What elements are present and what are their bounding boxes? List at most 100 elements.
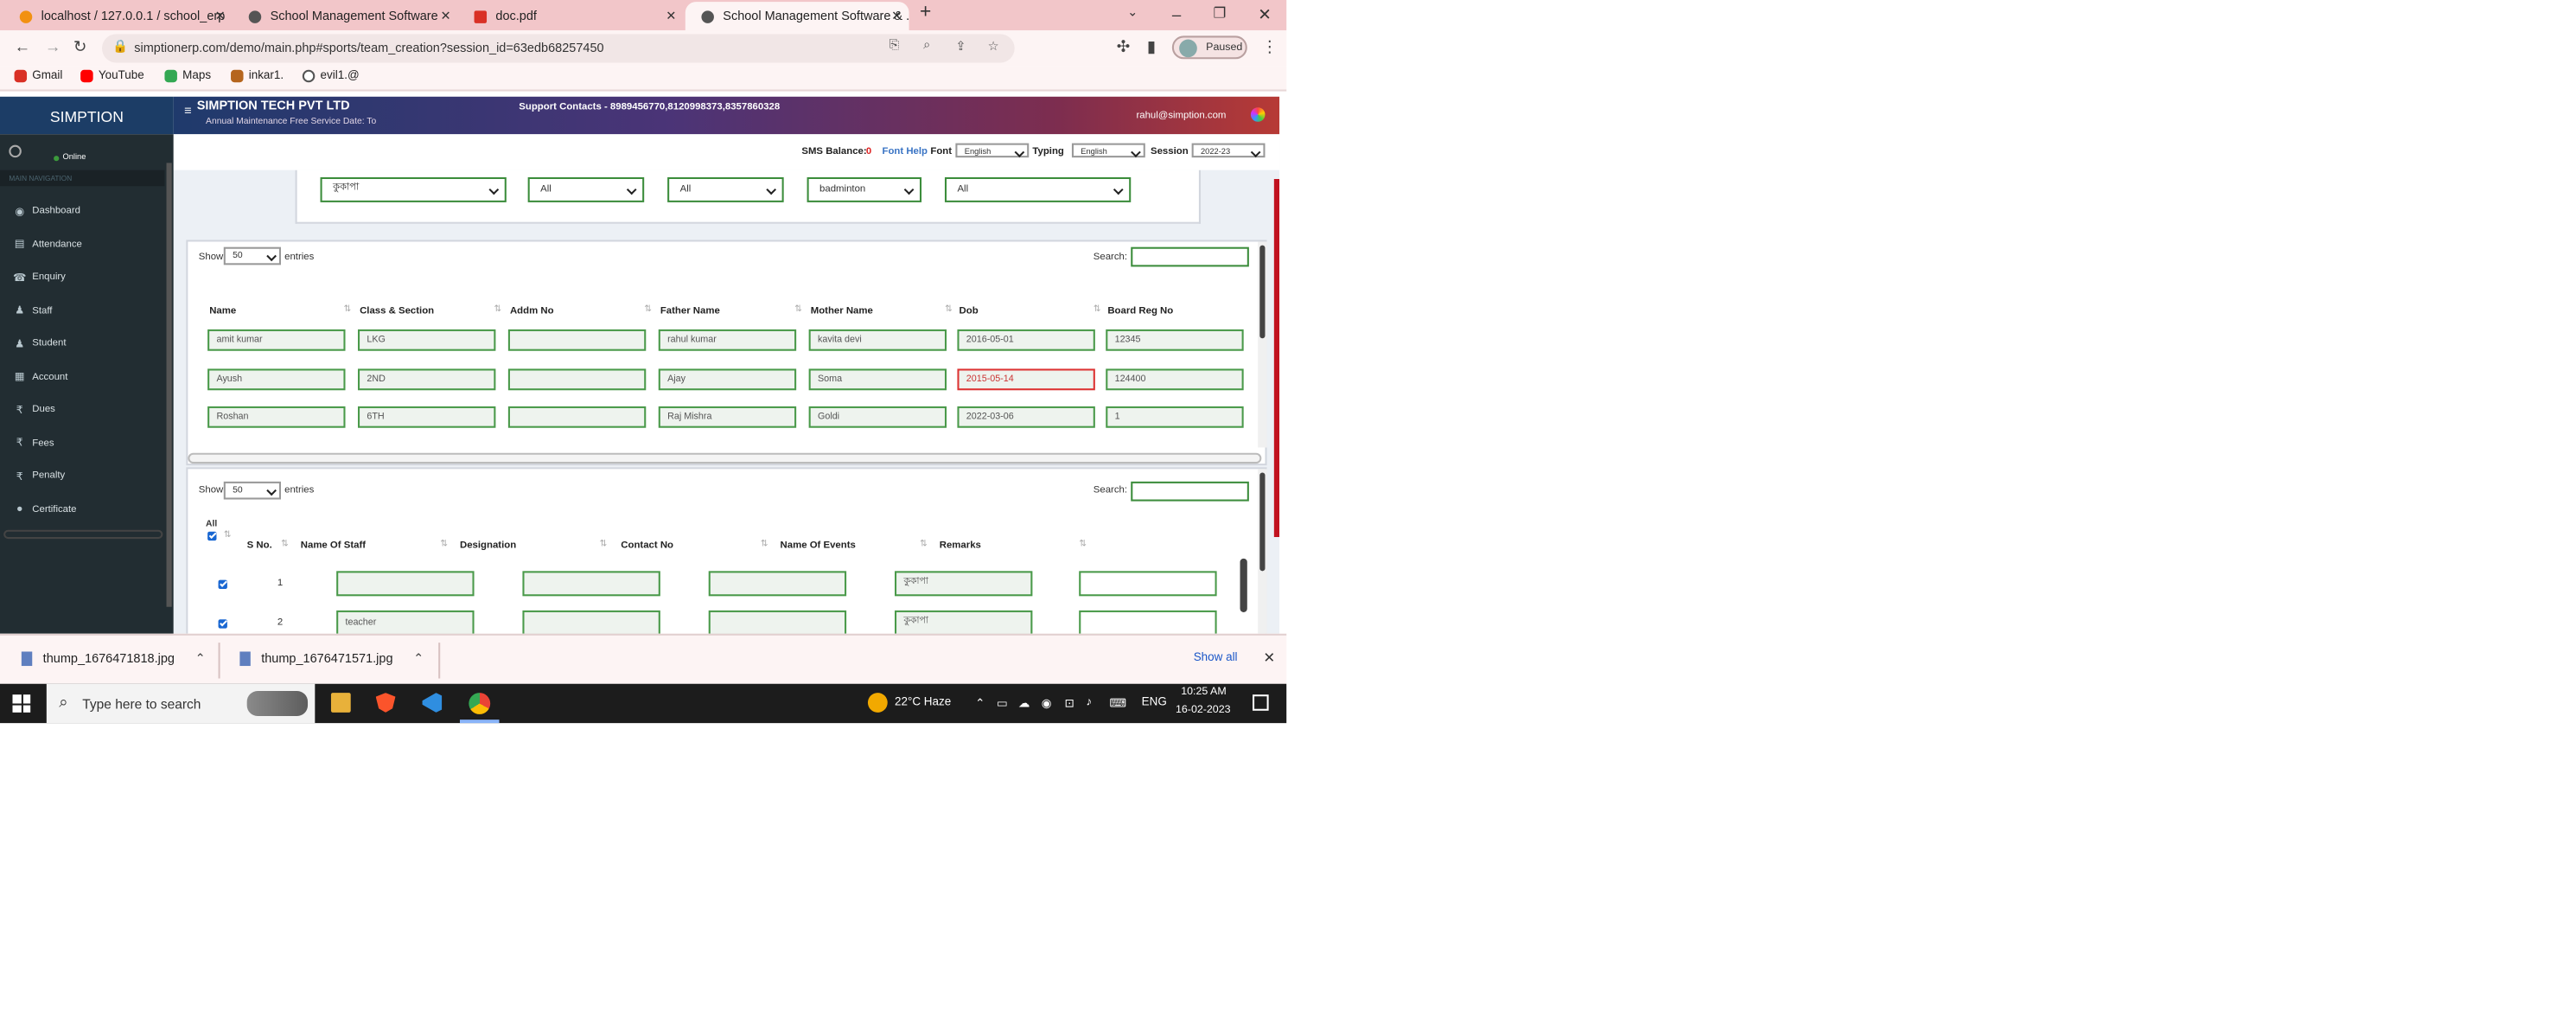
sidebar-item-certificate[interactable]: ● Certificate xyxy=(0,493,164,525)
forward-icon[interactable]: → xyxy=(45,37,61,55)
weather-text[interactable]: 22°C Haze xyxy=(895,696,951,708)
menu-kebab-icon[interactable]: ⋮ xyxy=(1261,37,1278,57)
staff-event-input[interactable]: কুকাপা xyxy=(895,571,1033,597)
sort-icon[interactable]: ⇅ xyxy=(920,539,928,549)
network-icon[interactable]: ⊡ xyxy=(1065,696,1074,710)
table-cell-input[interactable]: 12345 xyxy=(1106,329,1244,351)
column-header[interactable]: Class & Section xyxy=(360,306,434,317)
row-checkbox[interactable] xyxy=(218,579,227,590)
table-cell-input[interactable]: Soma xyxy=(808,368,947,390)
filter-section-select[interactable]: All xyxy=(667,176,784,202)
students-horizontal-scrollbar[interactable] xyxy=(188,452,1262,464)
tab-search-icon[interactable]: ⌄ xyxy=(1127,5,1138,19)
bookmark-inkar[interactable]: inkar1. xyxy=(231,69,284,83)
staff-event-input[interactable]: কুকাপা xyxy=(895,610,1033,634)
chevron-up-icon[interactable]: ⌃ xyxy=(195,651,206,666)
sidebar-item-penalty[interactable]: ₹ Penalty xyxy=(0,460,164,492)
clock-date[interactable]: 16-02-2023 xyxy=(1176,706,1231,716)
sidebar-item-staff[interactable]: ♟ Staff xyxy=(0,295,164,327)
column-header[interactable]: Name Of Events xyxy=(781,540,856,551)
staff-designation-input[interactable] xyxy=(522,610,660,634)
filter-gender-select[interactable]: All xyxy=(944,176,1132,202)
volume-icon[interactable]: ♪ xyxy=(1086,696,1092,708)
notifications-icon[interactable] xyxy=(1253,694,1269,711)
back-icon[interactable]: ← xyxy=(15,37,31,55)
table-cell-input[interactable] xyxy=(507,368,647,390)
sort-icon[interactable]: ⇅ xyxy=(945,304,953,315)
sort-icon[interactable]: ⇅ xyxy=(440,539,448,549)
staff-search-input[interactable] xyxy=(1131,481,1249,502)
restore-icon[interactable]: ❐ xyxy=(1213,5,1226,22)
theme-color-icon[interactable] xyxy=(1250,107,1266,122)
table-cell-input[interactable]: amit kumar xyxy=(207,329,346,351)
column-header[interactable]: Designation xyxy=(460,540,516,551)
row-checkbox[interactable] xyxy=(218,619,227,629)
column-header[interactable]: Remarks xyxy=(940,540,981,551)
staff-contact-input[interactable] xyxy=(708,610,847,634)
address-bar[interactable]: 🔒 simptionerp.com/demo/main.php#sports/t… xyxy=(101,34,1015,63)
staff-name-input[interactable] xyxy=(336,571,475,597)
sort-icon[interactable]: ⇅ xyxy=(224,530,232,540)
browser-tab-active[interactable]: School Management Software & ... ✕ xyxy=(685,2,909,31)
column-header[interactable]: Mother Name xyxy=(811,306,873,317)
table-cell-input[interactable]: Raj Mishra xyxy=(658,406,797,428)
table-cell-input[interactable]: 2ND xyxy=(358,368,496,390)
sort-icon[interactable]: ⇅ xyxy=(1094,304,1101,315)
chevron-up-icon[interactable]: ⌃ xyxy=(413,651,424,666)
bookmark-maps[interactable]: Maps xyxy=(164,69,211,83)
table-cell-input[interactable]: rahul kumar xyxy=(658,329,797,351)
scrollbar-thumb[interactable] xyxy=(1259,472,1266,572)
extensions-icon[interactable]: ✣ xyxy=(1117,37,1131,57)
sidebar-scrollbar[interactable] xyxy=(166,163,172,607)
table-cell-input[interactable] xyxy=(507,329,647,351)
table-cell-input[interactable]: 2016-05-01 xyxy=(957,329,1095,351)
sort-icon[interactable]: ⇅ xyxy=(599,539,607,549)
file-explorer-icon[interactable] xyxy=(330,693,351,713)
show-all-downloads-link[interactable]: Show all xyxy=(1194,651,1238,663)
battery-icon[interactable]: ▭ xyxy=(997,696,1008,710)
table-cell-input[interactable]: Goldi xyxy=(808,406,947,428)
brave-browser-icon[interactable] xyxy=(375,693,396,713)
browser-tab[interactable]: School Management Software ✕ xyxy=(233,2,458,30)
staff-inner-scrollbar-thumb[interactable] xyxy=(1240,558,1247,612)
sidebar-horizontal-scrollbar[interactable] xyxy=(3,529,163,540)
scrollbar-thumb[interactable] xyxy=(1259,245,1266,339)
keyboard-icon[interactable]: ⌨ xyxy=(1109,696,1125,710)
hamburger-menu-icon[interactable]: ≡ xyxy=(184,106,191,118)
select-all-checkbox[interactable] xyxy=(207,531,217,541)
taskbar-search-input[interactable]: ⌕ Type here to search xyxy=(46,683,316,724)
bookmark-gmail[interactable]: Gmail xyxy=(14,69,63,83)
sidebar-item-enquiry[interactable]: ☎ Enquiry xyxy=(0,261,164,293)
filter-class-select[interactable]: All xyxy=(527,176,645,202)
page-scrollbar-thumb[interactable] xyxy=(1273,179,1280,537)
download-item[interactable]: thump_1676471571.jpg xyxy=(239,651,393,667)
staff-name-input[interactable]: teacher xyxy=(336,610,475,634)
column-header[interactable]: Name xyxy=(209,306,236,317)
sort-icon[interactable]: ⇅ xyxy=(281,539,289,549)
sidebar-item-account[interactable]: ▦ Account xyxy=(0,361,164,393)
table-cell-input[interactable]: 124400 xyxy=(1106,368,1244,390)
download-item[interactable]: thump_1676471818.jpg xyxy=(21,651,175,667)
clock-time[interactable]: 10:25 AM xyxy=(1181,688,1226,698)
filter-event-select[interactable]: কুকাপা xyxy=(320,176,507,202)
staff-vertical-scrollbar[interactable] xyxy=(1258,469,1267,634)
column-header[interactable]: Addm No xyxy=(510,306,554,317)
sort-icon[interactable]: ⇅ xyxy=(494,304,501,315)
students-vertical-scrollbar[interactable] xyxy=(1258,241,1267,448)
column-header[interactable]: Name Of Staff xyxy=(301,540,366,551)
translate-icon[interactable]: ⎘ xyxy=(889,40,900,54)
camera-icon[interactable]: ◉ xyxy=(1042,696,1052,710)
sidebar-item-attendance[interactable]: ▤ Attendance xyxy=(0,228,164,260)
share-icon[interactable]: ⇪ xyxy=(955,40,966,54)
windows-start-icon[interactable] xyxy=(12,694,31,713)
entries-select[interactable]: 50 xyxy=(223,481,281,500)
cloud-icon[interactable]: ☁ xyxy=(1018,696,1030,710)
sort-icon[interactable]: ⇅ xyxy=(794,304,802,315)
table-cell-input[interactable]: 2022-03-06 xyxy=(957,406,1095,428)
minimize-icon[interactable]: – xyxy=(1172,5,1181,23)
staff-remarks-input[interactable] xyxy=(1079,610,1217,634)
table-cell-input[interactable]: Ayush xyxy=(207,368,346,390)
close-tab-icon[interactable]: ✕ xyxy=(440,9,450,23)
close-tab-icon[interactable]: ✕ xyxy=(891,9,902,23)
profile-button[interactable]: Paused xyxy=(1171,35,1247,60)
